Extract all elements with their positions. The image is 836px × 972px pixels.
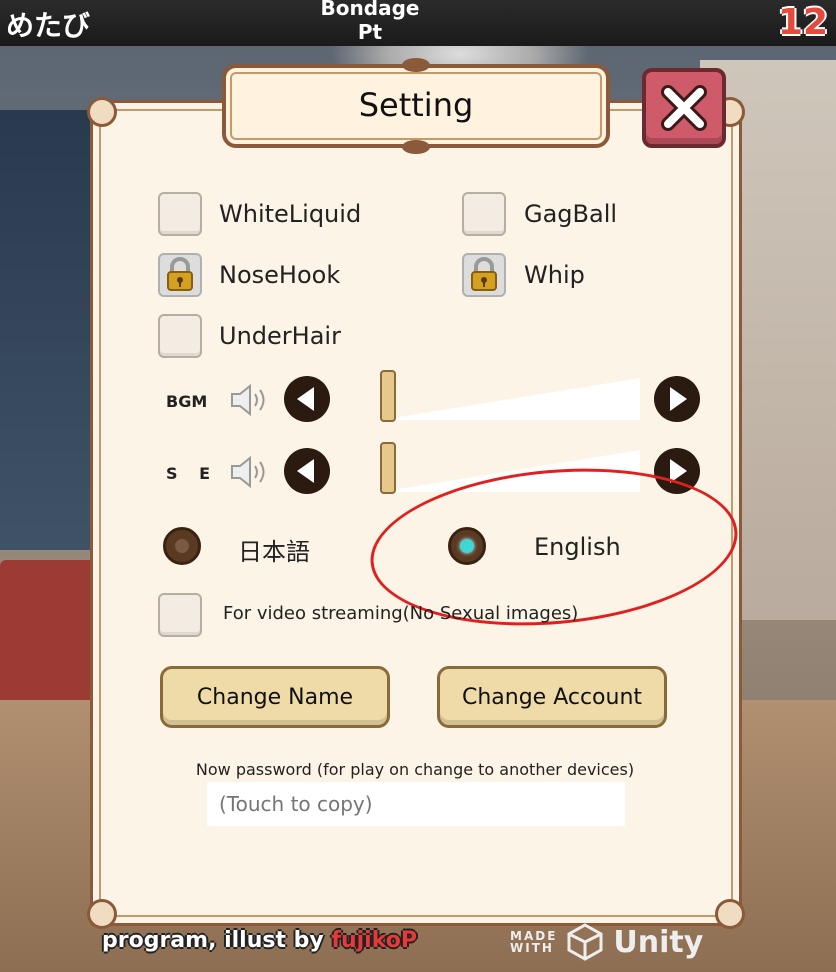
password-label: Now password (for play on change to anot…	[195, 760, 635, 779]
change-account-button[interactable]: Change Account	[437, 666, 667, 728]
padlock-icon	[471, 257, 497, 291]
gagball-label: GagBall	[524, 200, 618, 228]
video-streaming-label: For video streaming(No Sexual images)	[223, 603, 579, 624]
mode-label-line2: Pt	[357, 20, 383, 44]
with-text: WITH	[510, 941, 554, 955]
corner-ornament	[87, 899, 117, 929]
points-count: 12	[777, 2, 828, 43]
gagball-checkbox[interactable]	[462, 192, 506, 236]
arrow-left-icon	[297, 387, 314, 411]
password-copy-field[interactable]	[207, 782, 625, 826]
video-streaming-checkbox[interactable]	[158, 593, 202, 637]
bgm-volume-track[interactable]	[380, 378, 640, 420]
made-with-unity-logo: MADE WITH Unity	[510, 922, 703, 962]
se-decrease-button[interactable]	[284, 448, 330, 494]
credit-text: program, illust by fujikoP	[102, 928, 417, 953]
speaker-icon	[231, 383, 265, 417]
whiteliquid-checkbox[interactable]	[158, 192, 202, 236]
speaker-icon	[231, 455, 265, 489]
bgm-decrease-button[interactable]	[284, 376, 330, 422]
whip-locked-checkbox[interactable]	[462, 253, 506, 297]
unity-text: Unity	[613, 924, 704, 960]
japanese-label: 日本語	[238, 538, 310, 566]
corner-ornament	[715, 899, 745, 929]
dialog-title-plate: Setting	[222, 58, 610, 154]
player-name: めたび	[6, 9, 91, 42]
dialog-title: Setting	[358, 86, 474, 124]
radio-dot	[175, 539, 189, 553]
arrow-left-icon	[297, 459, 314, 483]
unity-cube-icon	[567, 923, 603, 961]
close-button[interactable]	[642, 68, 726, 148]
nosehook-locked-checkbox[interactable]	[158, 253, 202, 297]
bgm-increase-button[interactable]	[654, 376, 700, 422]
se-volume-knob[interactable]	[380, 442, 396, 494]
underhair-label: UnderHair	[219, 322, 341, 350]
title-ornament	[402, 58, 430, 72]
made-with-text: MADE WITH	[510, 930, 557, 954]
bgm-volume-knob[interactable]	[380, 370, 396, 422]
arrow-right-icon	[670, 387, 687, 411]
credit-prefix: program, illust by	[102, 928, 332, 953]
mode-label-line1: Bondage	[320, 0, 420, 20]
whip-label: Whip	[524, 261, 585, 289]
japanese-radio[interactable]	[163, 527, 201, 565]
close-x-icon	[661, 85, 707, 131]
se-label: S E	[166, 464, 219, 483]
nosehook-label: NoseHook	[219, 261, 341, 289]
underhair-checkbox[interactable]	[158, 314, 202, 358]
top-status-bar: めたび Bondage Pt 12	[0, 0, 836, 46]
credit-author: fujikoP	[331, 928, 417, 953]
title-ornament	[402, 140, 430, 154]
mode-label: Bondage Pt	[290, 0, 450, 44]
whiteliquid-label: WhiteLiquid	[219, 200, 362, 228]
corner-ornament	[87, 97, 117, 127]
padlock-icon	[167, 257, 193, 291]
change-name-button[interactable]: Change Name	[160, 666, 390, 728]
bgm-label: BGM	[166, 392, 208, 411]
